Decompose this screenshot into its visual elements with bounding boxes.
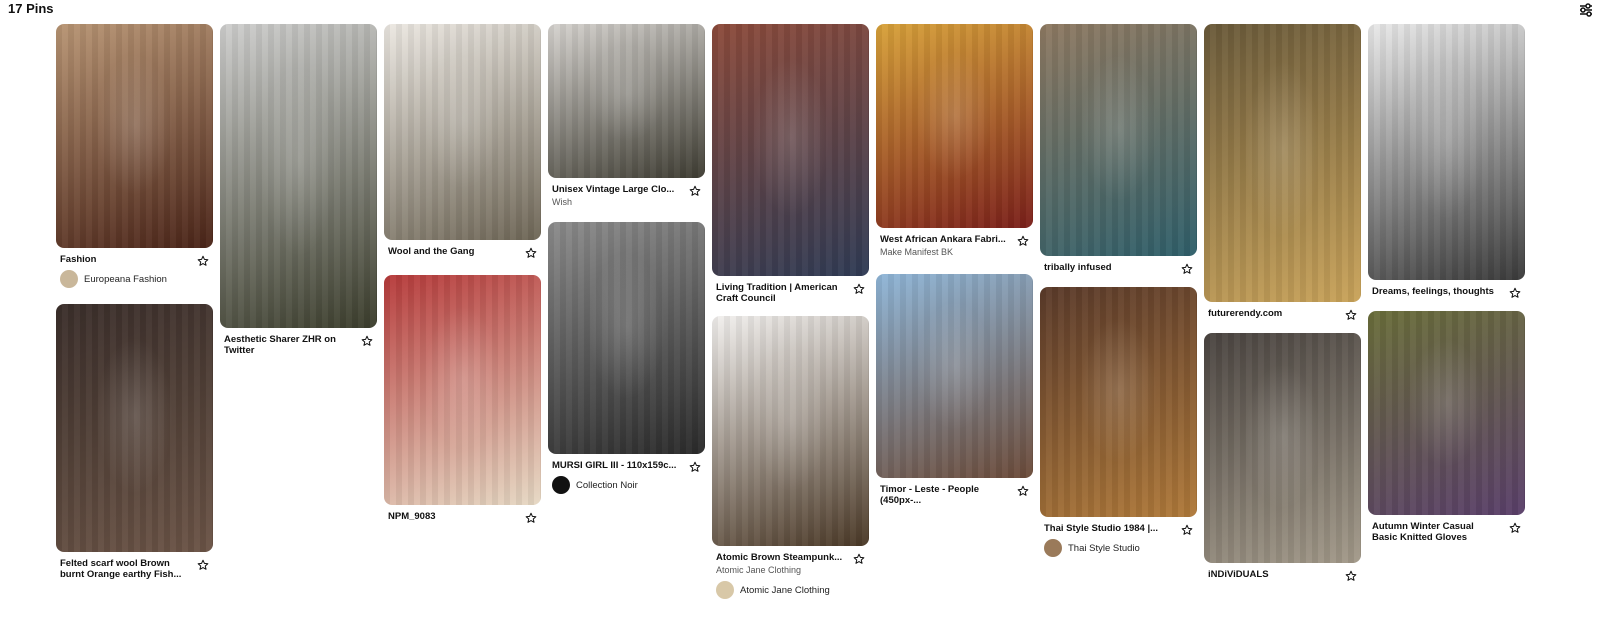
pin-image[interactable] bbox=[384, 275, 541, 505]
pin-card[interactable]: Autumn Winter Casual Basic Knitted Glove… bbox=[1368, 311, 1525, 543]
pin-image[interactable] bbox=[876, 24, 1033, 228]
pin-image[interactable] bbox=[1368, 24, 1525, 280]
pin-card[interactable]: Unisex Vintage Large Clo... Wish bbox=[548, 24, 705, 208]
pin-image[interactable] bbox=[712, 24, 869, 276]
pin-column: Living Tradition | American Craft Counci… bbox=[712, 24, 869, 611]
pin-column: Dreams, feelings, thoughts Autumn Winter… bbox=[1368, 24, 1525, 555]
star-icon[interactable] bbox=[1181, 523, 1193, 535]
pin-card[interactable]: MURSI GIRL III - 110x159c... Collection … bbox=[548, 222, 705, 494]
pin-card[interactable]: iNDiViDUALS bbox=[1204, 333, 1361, 581]
pin-image[interactable] bbox=[56, 24, 213, 248]
pin-title[interactable]: Fashion bbox=[60, 254, 189, 265]
star-icon[interactable] bbox=[1509, 286, 1521, 298]
pin-image[interactable] bbox=[1368, 311, 1525, 515]
pin-column: Wool and the Gang NPM_9083 bbox=[384, 24, 541, 534]
pin-image[interactable] bbox=[56, 304, 213, 552]
pin-column: futurerendy.com iNDiViDUALS bbox=[1204, 24, 1361, 592]
pin-image[interactable] bbox=[1040, 24, 1197, 256]
pin-image[interactable] bbox=[220, 24, 377, 328]
pin-card[interactable]: Timor - Leste - People (450px-... bbox=[876, 274, 1033, 506]
pin-title[interactable]: MURSI GIRL III - 110x159c... bbox=[552, 460, 681, 471]
star-icon[interactable] bbox=[853, 282, 865, 294]
pin-source[interactable]: Collection Noir bbox=[548, 476, 705, 494]
pin-card[interactable]: Felted scarf wool Brown burnt Orange ear… bbox=[56, 304, 213, 580]
pin-image[interactable] bbox=[1204, 24, 1361, 302]
pin-card[interactable]: Dreams, feelings, thoughts bbox=[1368, 24, 1525, 298]
pin-card[interactable]: NPM_9083 bbox=[384, 275, 541, 523]
pin-source[interactable]: Europeana Fashion bbox=[56, 270, 213, 288]
star-icon[interactable] bbox=[1017, 484, 1029, 496]
pin-card[interactable]: Living Tradition | American Craft Counci… bbox=[712, 24, 869, 304]
pin-card[interactable]: Thai Style Studio 1984 |... Thai Style S… bbox=[1040, 287, 1197, 557]
source-name: Europeana Fashion bbox=[84, 273, 167, 285]
pin-title[interactable]: Atomic Brown Steampunk... bbox=[716, 552, 845, 563]
pin-card[interactable]: Atomic Brown Steampunk... Atomic Jane Cl… bbox=[712, 316, 869, 599]
star-icon[interactable] bbox=[361, 334, 373, 346]
star-icon[interactable] bbox=[1181, 262, 1193, 274]
star-icon[interactable] bbox=[197, 558, 209, 570]
star-icon[interactable] bbox=[197, 254, 209, 266]
pin-column: Unisex Vintage Large Clo... Wish MURSI G… bbox=[548, 24, 705, 506]
pin-card[interactable]: futurerendy.com bbox=[1204, 24, 1361, 320]
pin-column: Aesthetic Sharer ZHR on Twitter bbox=[220, 24, 377, 368]
pin-subtitle: Make Manifest BK bbox=[880, 247, 954, 257]
pin-card[interactable]: West African Ankara Fabri... Make Manife… bbox=[876, 24, 1033, 258]
pin-column: Fashion Europeana Fashion Felted scarf w… bbox=[56, 24, 213, 592]
pin-image[interactable] bbox=[548, 24, 705, 178]
pin-title[interactable]: West African Ankara Fabri... bbox=[880, 234, 1009, 245]
pin-card[interactable]: Fashion Europeana Fashion bbox=[56, 24, 213, 288]
pin-card[interactable]: tribally infused bbox=[1040, 24, 1197, 274]
pin-card[interactable]: Aesthetic Sharer ZHR on Twitter bbox=[220, 24, 377, 356]
pin-source[interactable]: Atomic Jane Clothing bbox=[712, 581, 869, 599]
star-icon[interactable] bbox=[1509, 521, 1521, 533]
star-icon[interactable] bbox=[689, 184, 701, 196]
pin-image[interactable] bbox=[384, 24, 541, 240]
pin-source[interactable]: Thai Style Studio bbox=[1040, 539, 1197, 557]
source-name: Atomic Jane Clothing bbox=[740, 584, 830, 596]
pin-title[interactable]: Wool and the Gang bbox=[388, 246, 517, 257]
avatar bbox=[552, 476, 570, 494]
pin-title[interactable]: Aesthetic Sharer ZHR on Twitter bbox=[224, 334, 353, 356]
pin-column: West African Ankara Fabri... Make Manife… bbox=[876, 24, 1033, 518]
source-name: Thai Style Studio bbox=[1068, 542, 1140, 554]
pin-grid: Fashion Europeana Fashion Felted scarf w… bbox=[56, 24, 1556, 622]
pin-title[interactable]: Dreams, feelings, thoughts bbox=[1372, 286, 1501, 297]
pin-title[interactable]: Felted scarf wool Brown burnt Orange ear… bbox=[60, 558, 189, 580]
pin-column: tribally infused Thai Style Studio 1984 … bbox=[1040, 24, 1197, 569]
pin-title[interactable]: futurerendy.com bbox=[1208, 308, 1337, 319]
pin-title[interactable]: Living Tradition | American Craft Counci… bbox=[716, 282, 845, 304]
pin-title[interactable]: Autumn Winter Casual Basic Knitted Glove… bbox=[1372, 521, 1501, 543]
avatar bbox=[716, 581, 734, 599]
pin-title[interactable]: Timor - Leste - People (450px-... bbox=[880, 484, 1009, 506]
pin-card[interactable]: Wool and the Gang bbox=[384, 24, 541, 258]
avatar bbox=[60, 270, 78, 288]
pin-title[interactable]: Unisex Vintage Large Clo... bbox=[552, 184, 681, 195]
pin-image[interactable] bbox=[548, 222, 705, 454]
pin-image[interactable] bbox=[712, 316, 869, 546]
pin-image[interactable] bbox=[876, 274, 1033, 478]
source-name: Collection Noir bbox=[576, 479, 638, 491]
pin-title[interactable]: tribally infused bbox=[1044, 262, 1173, 273]
star-icon[interactable] bbox=[1345, 308, 1357, 320]
star-icon[interactable] bbox=[1017, 234, 1029, 246]
pin-subtitle: Wish bbox=[552, 197, 572, 207]
pin-title[interactable]: NPM_9083 bbox=[388, 511, 517, 522]
star-icon[interactable] bbox=[853, 552, 865, 564]
star-icon[interactable] bbox=[1345, 569, 1357, 581]
pin-title[interactable]: iNDiViDUALS bbox=[1208, 569, 1337, 580]
star-icon[interactable] bbox=[525, 246, 537, 258]
star-icon[interactable] bbox=[525, 511, 537, 523]
pin-count-title: 17 Pins bbox=[8, 1, 54, 16]
pin-subtitle: Atomic Jane Clothing bbox=[716, 565, 802, 575]
star-icon[interactable] bbox=[689, 460, 701, 472]
pin-image[interactable] bbox=[1040, 287, 1197, 517]
avatar bbox=[1044, 539, 1062, 557]
pin-title[interactable]: Thai Style Studio 1984 |... bbox=[1044, 523, 1173, 534]
filter-sliders-icon[interactable] bbox=[1578, 2, 1594, 18]
pin-image[interactable] bbox=[1204, 333, 1361, 563]
